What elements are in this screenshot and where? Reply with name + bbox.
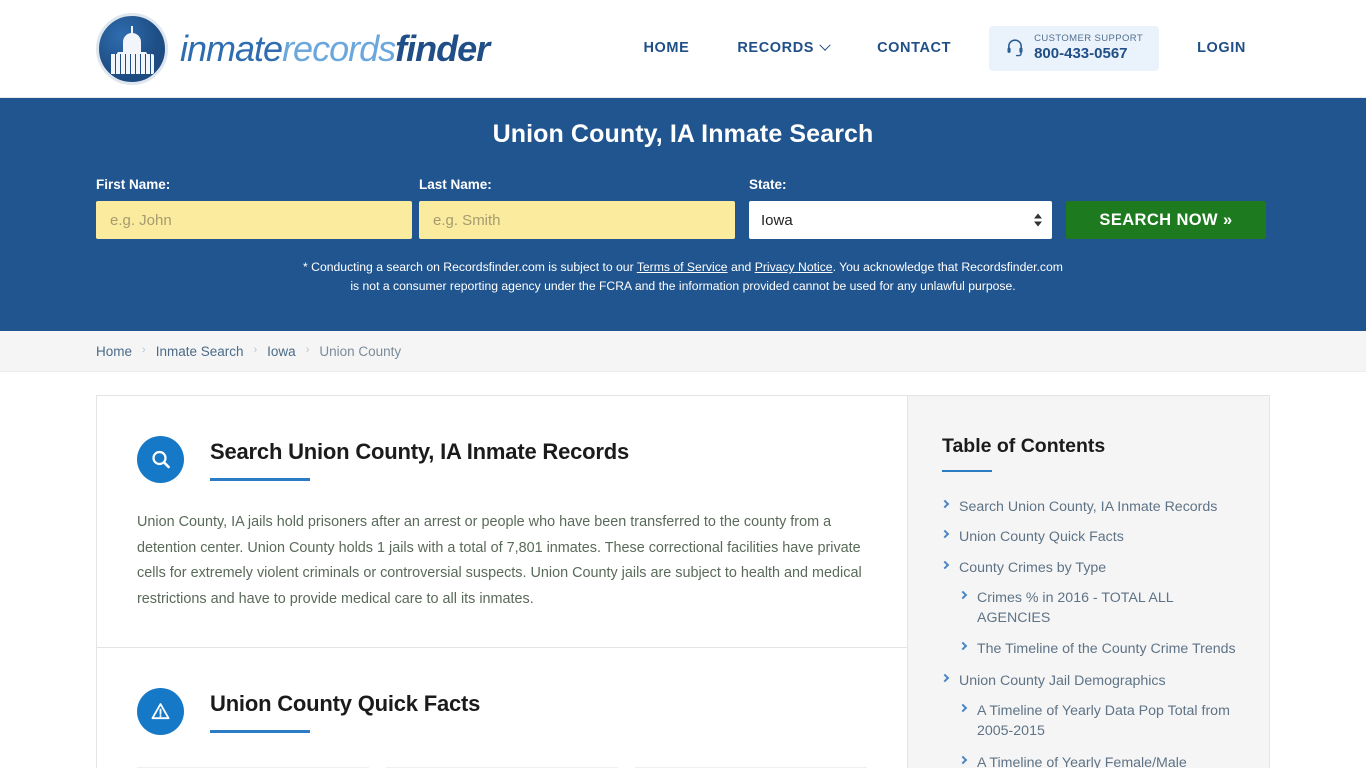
toc-item-female-male-timeline[interactable]: A Timeline of Yearly Female/Male xyxy=(942,753,1241,768)
brand-part-finder: finder xyxy=(395,27,490,69)
toc-item-label: Crimes % in 2016 - TOTAL ALL AGENCIES xyxy=(977,589,1174,627)
chevron-down-icon xyxy=(819,39,831,52)
breadcrumb-item-union-county: Union County xyxy=(319,343,402,359)
section-title: Union County Quick Facts xyxy=(210,690,481,716)
state-label: State: xyxy=(749,177,787,192)
main-content-column: Search Union County, IA Inmate Records U… xyxy=(96,395,907,768)
nav-item-login[interactable]: LOGIN xyxy=(1173,40,1270,56)
search-icon xyxy=(137,436,184,483)
section-header: Union County Quick Facts xyxy=(137,686,867,735)
brand-part-records: records xyxy=(282,27,396,69)
section-search-records: Search Union County, IA Inmate Records U… xyxy=(97,396,907,647)
breadcrumb-separator-icon: › xyxy=(142,344,146,356)
chevron-right-icon xyxy=(940,560,950,569)
brand-part-inmate: inmate xyxy=(180,27,283,69)
chevron-right-icon xyxy=(958,590,968,600)
toc-item-label: Search Union County, IA Inmate Records xyxy=(959,499,1218,515)
support-text-block: CUSTOMER SUPPORT 800-433-0567 xyxy=(1034,33,1144,63)
toc-item-label: The Timeline of the County Crime Trends xyxy=(977,641,1236,658)
state-field-group: State: Iowa xyxy=(749,177,1052,239)
title-underline xyxy=(210,478,310,481)
chevron-right-icon xyxy=(958,703,968,713)
support-phone-number: 800-433-0567 xyxy=(1034,45,1128,63)
title-underline xyxy=(210,729,310,733)
customer-support-badge[interactable]: CUSTOMER SUPPORT 800-433-0567 xyxy=(989,26,1160,71)
capitol-building-icon xyxy=(96,12,168,85)
first-name-label: First Name: xyxy=(96,177,171,192)
support-label: CUSTOMER SUPPORT xyxy=(1034,33,1144,45)
nav-item-home-label: HOME xyxy=(643,40,690,57)
toc-item-label: Union County Jail Demographics xyxy=(959,672,1166,689)
section-body-text: Union County, IA jails hold prisoners af… xyxy=(137,514,862,607)
chevron-right-icon xyxy=(940,499,950,509)
breadcrumb-item-iowa[interactable]: Iowa xyxy=(267,344,296,359)
toc-item-crimes-2016[interactable]: Crimes % in 2016 - TOTAL ALL AGENCIES xyxy=(942,588,1241,629)
nav-item-home[interactable]: HOME xyxy=(619,40,713,56)
breadcrumb-separator-icon: › xyxy=(253,344,258,356)
toc-title: Table of Contents xyxy=(942,435,1106,457)
nav-item-contact-label: CONTACT xyxy=(877,40,952,57)
nav-item-login-label: LOGIN xyxy=(1197,40,1246,57)
main-navigation: HOME RECORDS CONTACT CUSTOMER SUPPORT 80… xyxy=(619,26,1270,71)
last-name-field-group: Last Name: xyxy=(419,177,735,239)
chevron-right-icon xyxy=(940,673,950,683)
toc-item-crime-trends[interactable]: The Timeline of the County Crime Trends xyxy=(942,639,1241,659)
breadcrumb-item-inmate-search[interactable]: Inmate Search xyxy=(156,344,244,359)
headset-icon xyxy=(1007,39,1023,57)
toc-item-label: County Crimes by Type xyxy=(959,559,1107,576)
last-name-label: Last Name: xyxy=(419,177,492,192)
first-name-field-group: First Name: xyxy=(96,177,412,239)
search-disclaimer: * Conducting a search on Recordsfinder.c… xyxy=(96,258,1270,296)
last-name-input[interactable] xyxy=(419,201,735,239)
toc-item-pop-total-timeline[interactable]: A Timeline of Yearly Data Pop Total from… xyxy=(942,701,1241,742)
warning-icon xyxy=(137,687,184,735)
breadcrumb: Home › Inmate Search › Iowa › Union Coun… xyxy=(0,331,1366,372)
site-header: inmaterecordsfinder HOME RECORDS CONTACT… xyxy=(0,0,1366,98)
breadcrumb-separator-icon: › xyxy=(305,344,310,356)
section-title: Search Union County, IA Inmate Records xyxy=(210,439,630,464)
toc-item-label: A Timeline of Yearly Female/Male xyxy=(977,754,1187,768)
toc-item-jail-demographics[interactable]: Union County Jail Demographics xyxy=(940,671,1241,691)
section-header: Search Union County, IA Inmate Records xyxy=(137,434,867,483)
nav-item-records-label: RECORDS xyxy=(737,40,815,57)
page-body: Search Union County, IA Inmate Records U… xyxy=(0,395,1366,768)
toc-item-quick-facts[interactable]: Union County Quick Facts xyxy=(940,527,1241,547)
page-title: Union County, IA Inmate Search xyxy=(492,120,874,148)
search-now-button[interactable]: SEARCH NOW » xyxy=(1066,201,1266,239)
privacy-notice-link[interactable]: Privacy Notice xyxy=(755,260,833,274)
toc-underline xyxy=(942,470,992,472)
chevron-right-icon xyxy=(958,755,968,764)
nav-item-contact[interactable]: CONTACT xyxy=(853,40,975,56)
toc-item-label: A Timeline of Yearly Data Pop Total from… xyxy=(977,703,1230,740)
disclaimer-text-after: . You acknowledge that Recordsfinder.com xyxy=(832,260,1063,274)
toc-item-search-records[interactable]: Search Union County, IA Inmate Records xyxy=(940,497,1241,517)
nav-item-records[interactable]: RECORDS xyxy=(713,39,853,57)
toc-item-label: Union County Quick Facts xyxy=(959,529,1124,546)
chevron-right-icon xyxy=(940,530,950,539)
disclaimer-line-two: is not a consumer reporting agency under… xyxy=(350,278,1016,293)
state-select[interactable]: Iowa xyxy=(749,201,1052,239)
section-quick-facts: Union County Quick Facts xyxy=(97,646,907,768)
inmate-search-form: First Name: Last Name: State: Iowa SEARC… xyxy=(96,177,1270,239)
terms-of-service-link[interactable]: Terms of Service xyxy=(637,260,728,274)
chevron-right-icon xyxy=(958,642,968,651)
hero-search-section: Union County, IA Inmate Search First Nam… xyxy=(0,98,1366,331)
breadcrumb-item-home[interactable]: Home xyxy=(96,344,132,359)
toc-list: Search Union County, IA Inmate Records U… xyxy=(940,497,1241,768)
first-name-input[interactable] xyxy=(96,201,412,239)
toc-item-county-crimes[interactable]: County Crimes by Type xyxy=(940,558,1241,578)
table-of-contents-sidebar: Table of Contents Search Union County, I… xyxy=(907,395,1270,768)
brand-logo[interactable]: inmaterecordsfinder xyxy=(96,12,490,85)
disclaimer-text-before: * Conducting a search on Recordsfinder.c… xyxy=(303,260,637,274)
disclaimer-text-between: and xyxy=(727,260,755,274)
brand-wordmark: inmaterecordsfinder xyxy=(180,27,490,69)
